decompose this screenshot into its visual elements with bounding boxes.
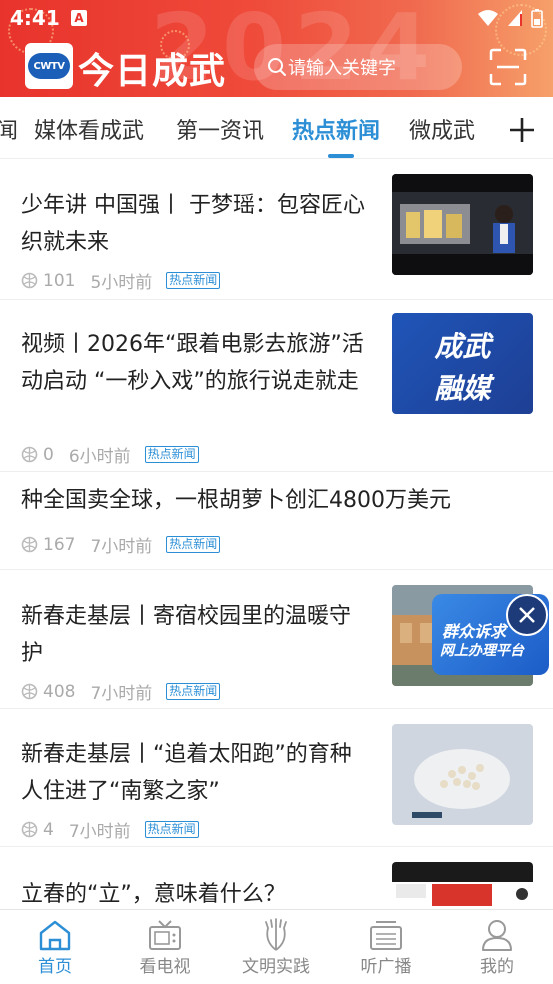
article-thumbnail[interactable]: 成武 融媒 xyxy=(392,313,533,414)
search-input[interactable]: 请输入关键字 xyxy=(254,44,462,90)
article-title[interactable]: 视频丨2026年“跟着电影去旅游”活动启动 “一秒入戏”的旅行说走就走 xyxy=(21,326,366,400)
home-icon xyxy=(39,920,71,951)
category-badge: 热点新闻 xyxy=(144,821,199,838)
article-title[interactable]: 少年讲 中国强丨 于梦瑶：包容匠心 织就未来 xyxy=(21,187,366,261)
article-meta: 408 7小时前 热点新闻 xyxy=(21,679,221,704)
tv-icon xyxy=(149,920,181,950)
float-badge-line1: 群众诉求 xyxy=(442,622,507,641)
nav-profile[interactable]: 我的 xyxy=(442,910,552,984)
tab-first-info[interactable]: 第一资讯 xyxy=(176,113,264,145)
view-count: 0 xyxy=(43,444,54,465)
category-badge: 热点新闻 xyxy=(144,446,199,463)
views-icon xyxy=(21,272,38,289)
active-tab-indicator xyxy=(328,154,354,158)
publish-time: 7小时前 xyxy=(90,537,153,557)
status-icons xyxy=(477,8,543,28)
close-icon xyxy=(519,607,535,623)
article-thumbnail[interactable] xyxy=(392,862,533,909)
nav-radio[interactable]: 听广播 xyxy=(331,910,441,984)
nav-label: 文明实践 xyxy=(242,957,310,977)
thumbnail-text: 成武 xyxy=(434,330,491,363)
article-title[interactable]: 立春的“立”，意味着什么？ xyxy=(21,876,366,913)
views-icon xyxy=(21,821,38,838)
article-title[interactable]: 新春走基层丨寄宿校园里的温暖守护 xyxy=(21,598,366,672)
publish-time: 5小时前 xyxy=(90,273,153,293)
view-count: 4 xyxy=(43,819,54,840)
list-item[interactable]: 视频丨2026年“跟着电影去旅游”活动启动 “一秒入戏”的旅行说走就走 0 6小… xyxy=(0,300,553,472)
category-badge: 热点新闻 xyxy=(166,683,221,700)
float-badge-line2: 网上办理平台 xyxy=(440,643,524,659)
article-meta: 4 7小时前 热点新闻 xyxy=(21,817,199,842)
signal-icon xyxy=(508,10,522,26)
nav-civilization-practice[interactable]: 文明实践 xyxy=(221,910,331,984)
hand-icon xyxy=(265,918,287,951)
view-count: 101 xyxy=(43,270,76,291)
radio-icon xyxy=(370,921,402,950)
category-tabs: 闻 媒体看成武 第一资讯 热点新闻 微成武 xyxy=(0,97,553,159)
close-floating-button[interactable] xyxy=(506,594,548,636)
nav-label: 看电视 xyxy=(139,957,191,977)
views-icon xyxy=(21,446,38,463)
tab-news[interactable]: 闻 xyxy=(0,113,18,145)
app-header: 2024 4:41 A CWTV 今日成武 请输入关键字 xyxy=(0,0,553,97)
app-title: 今日成武 xyxy=(78,50,227,92)
search-icon xyxy=(268,58,286,76)
list-item[interactable]: 新春走基层丨“追着太阳跑”的育种人住进了“南繁之家” 4 7小时前 热点新闻 xyxy=(0,709,553,847)
list-item[interactable]: 立春的“立”，意味着什么？ xyxy=(0,847,553,909)
nav-label: 首页 xyxy=(38,957,72,977)
category-badge: 热点新闻 xyxy=(166,272,221,289)
article-thumbnail[interactable] xyxy=(392,724,533,825)
search-placeholder: 请输入关键字 xyxy=(288,58,396,79)
user-icon xyxy=(482,920,512,951)
wifi-icon xyxy=(478,10,498,26)
article-meta: 167 7小时前 热点新闻 xyxy=(21,532,221,557)
views-icon xyxy=(21,683,38,700)
publish-time: 7小时前 xyxy=(90,684,153,704)
views-icon xyxy=(21,536,38,553)
article-title[interactable]: 新春走基层丨“追着太阳跑”的育种人住进了“南繁之家” xyxy=(21,736,366,810)
publish-time: 6小时前 xyxy=(68,447,131,467)
thumbnail-text: 融媒 xyxy=(434,372,491,405)
publish-time: 7小时前 xyxy=(68,822,131,842)
add-tab-icon[interactable] xyxy=(506,108,538,148)
nav-label: 听广播 xyxy=(360,957,412,977)
nav-label: 我的 xyxy=(480,957,514,977)
battery-icon xyxy=(531,9,543,28)
list-item[interactable]: 少年讲 中国强丨 于梦瑶：包容匠心 织就未来 101 5小时前 热点新闻 xyxy=(0,160,553,300)
article-thumbnail[interactable] xyxy=(392,174,533,275)
status-bar: 4:41 A xyxy=(0,0,553,38)
list-item[interactable]: 种全国卖全球，一根胡萝卜创汇4800万美元 167 7小时前 热点新闻 xyxy=(0,472,553,570)
bottom-navigation: 首页 看电视 文明实践 听广播 我的 xyxy=(0,909,553,984)
tab-hot-news[interactable]: 热点新闻 xyxy=(292,113,380,145)
view-count: 167 xyxy=(43,534,76,555)
status-time: 4:41 xyxy=(10,6,60,30)
app-logo: CWTV xyxy=(25,43,73,89)
category-badge: 热点新闻 xyxy=(166,536,221,553)
nav-home[interactable]: 首页 xyxy=(0,910,110,984)
notification-icon: A xyxy=(71,10,87,26)
view-count: 408 xyxy=(43,681,76,702)
scan-icon[interactable] xyxy=(489,48,527,86)
tab-micro-chengwu[interactable]: 微成武 xyxy=(409,113,475,145)
tab-media-view[interactable]: 媒体看成武 xyxy=(34,113,144,145)
logo-text: CWTV xyxy=(28,53,70,79)
article-meta: 0 6小时前 热点新闻 xyxy=(21,442,199,467)
article-title[interactable]: 种全国卖全球，一根胡萝卜创汇4800万美元 xyxy=(21,482,541,519)
article-meta: 101 5小时前 热点新闻 xyxy=(21,268,221,293)
nav-tv[interactable]: 看电视 xyxy=(110,910,220,984)
